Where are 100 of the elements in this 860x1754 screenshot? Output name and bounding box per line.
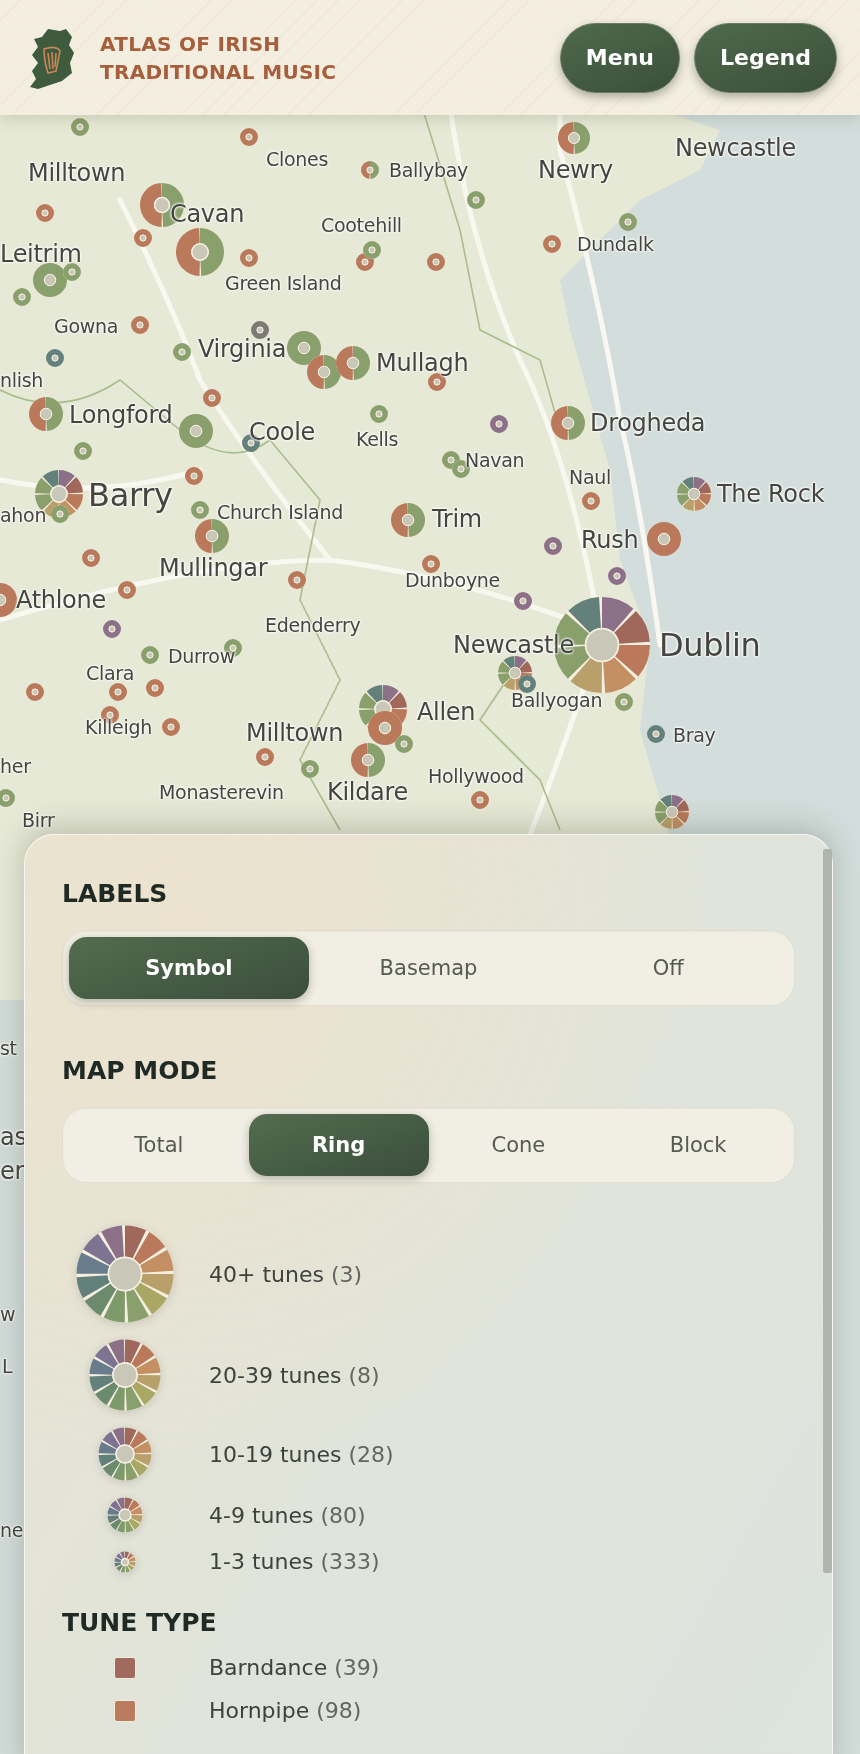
ring-marker[interactable] [0,583,17,617]
ring-marker[interactable] [63,263,81,281]
place-label: Newcastle [675,134,796,162]
ring-marker[interactable] [195,519,229,553]
ring-marker[interactable] [71,118,89,136]
place-label: Bray [673,724,716,746]
ring-marker[interactable] [185,467,203,485]
place-label: Gowna [54,315,119,337]
place-label: Church Island [217,501,343,523]
ring-marker[interactable] [490,415,508,433]
header-button[interactable]: Legend [693,22,837,93]
ring-marker[interactable] [471,791,489,809]
ring-marker[interactable] [134,229,152,247]
ring-marker[interactable] [514,592,532,610]
ring-marker[interactable] [103,620,121,638]
segment-option[interactable]: Off [548,937,788,999]
place-label: Mullingar [159,554,268,582]
ring-marker[interactable] [582,492,600,510]
ring-marker[interactable] [422,555,440,573]
place-label: Green Island [225,272,342,294]
place-label: st [0,1037,17,1059]
ring-marker[interactable] [370,405,388,423]
ring-marker[interactable] [240,249,258,267]
ring-marker[interactable] [518,675,536,693]
ring-marker[interactable] [176,228,224,276]
ring-marker[interactable] [240,128,258,146]
ring-marker[interactable] [29,397,63,431]
ring-marker[interactable] [13,288,31,306]
ring-size-icon [107,1497,143,1533]
place-label: Ballyogan [511,689,603,711]
place-label: Birr [22,809,55,831]
ring-marker[interactable] [647,522,681,556]
ring-marker[interactable] [467,191,485,209]
ring-marker[interactable] [162,718,180,736]
place-label: Longford [69,401,173,429]
ring-marker[interactable] [0,789,15,807]
ring-marker[interactable] [203,389,221,407]
ring-marker[interactable] [307,355,341,389]
ring-marker[interactable] [356,253,374,271]
place-label: ahon [0,504,47,526]
segment-option[interactable]: Block [608,1114,788,1176]
ring-marker[interactable] [677,477,711,511]
place-label: Milltown [28,159,126,187]
ring-marker[interactable] [498,656,532,690]
segment-option[interactable]: Symbol [69,937,309,999]
ring-marker[interactable] [558,122,590,154]
ring-marker[interactable] [551,406,585,440]
ring-marker[interactable] [26,683,44,701]
ring-size-icon [98,1427,152,1481]
ring-marker[interactable] [251,321,269,339]
ring-marker[interactable] [351,743,385,777]
place-label: Durrow [168,645,235,667]
segment-option[interactable]: Basemap [308,937,549,999]
ring-marker[interactable] [33,263,67,297]
ring-marker[interactable] [36,204,54,222]
ring-marker[interactable] [82,549,100,567]
ring-marker[interactable] [146,679,164,697]
ring-size-icon [89,1339,161,1411]
size-class-label: 1-3 tunes (333) [209,1549,381,1574]
ring-marker[interactable] [173,343,191,361]
ring-marker[interactable] [109,683,127,701]
ring-marker[interactable] [191,501,209,519]
ring-marker[interactable] [46,349,64,367]
ring-marker[interactable] [336,346,370,380]
ring-marker[interactable] [301,760,319,778]
scrollbar[interactable] [823,849,832,1573]
ring-marker[interactable] [361,161,379,179]
ring-marker[interactable] [288,571,306,589]
segment-option[interactable]: Ring [248,1114,429,1176]
place-label: Dundalk [577,233,654,255]
ring-marker[interactable] [619,213,637,231]
ring-marker[interactable] [608,567,626,585]
ring-marker[interactable] [179,414,213,448]
segment-option[interactable]: Cone [428,1114,609,1176]
place-label: nlish [0,369,44,391]
ring-marker[interactable] [615,693,633,711]
ring-marker[interactable] [51,505,69,523]
ring-marker[interactable] [118,581,136,599]
app-title: ATLAS OF IRISH TRADITIONAL MUSIC [100,30,338,86]
segment-option[interactable]: Total [69,1114,249,1176]
ring-marker[interactable] [131,316,149,334]
section-heading: MAP MODE [62,1056,219,1085]
ring-marker[interactable] [287,331,321,365]
ring-marker[interactable] [647,725,665,743]
place-label: Kildare [327,778,409,806]
ring-marker[interactable] [368,711,402,745]
place-label: Leitrim [0,240,82,268]
place-label: Virginia [198,335,287,363]
ring-marker[interactable] [427,253,445,271]
place-label: Allen [417,698,476,726]
ring-marker[interactable] [543,235,561,253]
ring-marker[interactable] [141,646,159,664]
ring-marker[interactable] [391,503,425,537]
ring-marker[interactable] [544,537,562,555]
ring-marker[interactable] [655,795,689,829]
ring-marker[interactable] [363,241,381,259]
ring-marker[interactable] [74,442,92,460]
ring-marker[interactable] [395,735,413,753]
header-button[interactable]: Menu [559,22,680,93]
ring-marker[interactable] [256,748,274,766]
